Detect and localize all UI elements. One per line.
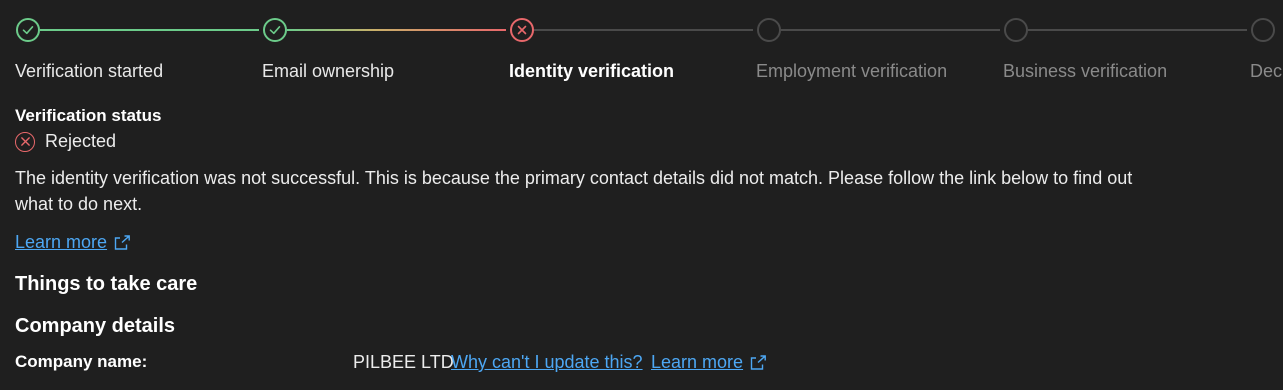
- external-link-icon[interactable]: [113, 234, 131, 251]
- step-label-verification-started: Verification started: [15, 61, 164, 81]
- learn-more-link[interactable]: Learn more: [15, 232, 107, 253]
- company-learn-more-container: Learn more: [651, 352, 767, 373]
- step-connector: [40, 29, 259, 31]
- step-4-pending-circle: [757, 18, 781, 42]
- company-learn-more-link[interactable]: Learn more: [651, 352, 743, 373]
- step-label-identity-verification: Identity verification: [509, 61, 675, 81]
- step-6-pending-circle: [1251, 18, 1275, 42]
- step-connector: [1028, 29, 1247, 31]
- verification-stepper: Verification started Email ownership Ide…: [0, 0, 1283, 95]
- step-label-employment-verification: Employment verification: [756, 61, 948, 81]
- verification-status-value: Rejected: [45, 131, 117, 151]
- step-label-decision: Deci: [1250, 61, 1283, 81]
- company-name-label: Company name:: [15, 352, 148, 371]
- step-3-close-circle-icon: [510, 18, 534, 42]
- verification-status-title: Verification status: [15, 106, 162, 125]
- company-details-heading: Company details: [15, 315, 176, 337]
- step-connector: [781, 29, 1000, 31]
- learn-more-link-container: Learn more: [15, 232, 131, 253]
- rejected-close-circle-icon: [15, 131, 35, 152]
- verification-message: The identity verification was not succes…: [15, 168, 1133, 214]
- verification-status-row: Rejected: [15, 131, 116, 152]
- why-cant-update-link[interactable]: Why can't I update this?: [451, 352, 643, 373]
- step-1-check-icon: [16, 18, 40, 42]
- company-name-value: PILBEE LTD: [353, 352, 454, 372]
- things-to-take-care-heading: Things to take care: [15, 273, 198, 295]
- step-5-pending-circle: [1004, 18, 1028, 42]
- company-name-row: Company name: PILBEE LTD Why can't I upd…: [15, 352, 1215, 376]
- step-label-email-ownership: Email ownership: [262, 61, 395, 81]
- external-link-icon[interactable]: [749, 354, 767, 371]
- step-connector: [287, 29, 506, 31]
- step-2-check-icon: [263, 18, 287, 42]
- step-connector: [534, 29, 753, 31]
- step-label-business-verification: Business verification: [1003, 61, 1168, 81]
